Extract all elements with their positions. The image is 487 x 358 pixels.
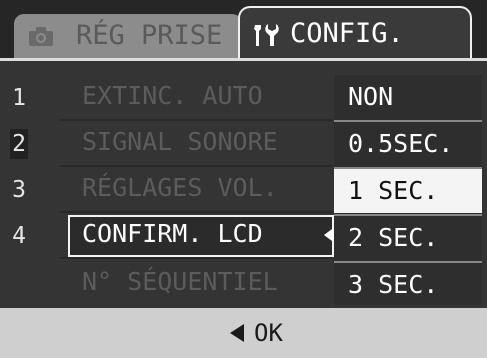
ok-label: OK: [254, 319, 283, 347]
menu-item-number: 1: [12, 85, 26, 111]
option-0-5-sec[interactable]: 0.5SEC.: [334, 122, 482, 166]
menu-item-lcd-confirm[interactable]: 4 CONFIRM. LCD: [0, 213, 338, 257]
lcd-confirm-options: NON 0.5SEC. 1 SEC. 2 SEC. 3 SEC.: [334, 75, 482, 305]
settings-panel: 1 EXTINC. AUTO 2 SIGNAL SONORE 3 RÉGLAGE…: [0, 58, 487, 308]
tab-shooting-settings[interactable]: RÉG PRISE: [14, 14, 242, 60]
option-non[interactable]: NON: [334, 75, 482, 119]
menu-item-number: 3: [12, 177, 26, 203]
menu-item-beep-sound[interactable]: 2 SIGNAL SONORE: [0, 121, 338, 165]
menu-item-volume-settings[interactable]: 3 RÉGLAGES VOL.: [0, 167, 338, 211]
left-arrow-icon: [230, 324, 244, 342]
ok-hint[interactable]: OK: [230, 318, 283, 348]
wrench-screwdriver-icon: [254, 24, 279, 46]
tab-label: CONFIG.: [290, 18, 404, 49]
menu-item-auto-off[interactable]: 1 EXTINC. AUTO: [0, 75, 338, 119]
tab-label: RÉG PRISE: [76, 20, 223, 51]
tab-config[interactable]: CONFIG.: [238, 6, 472, 60]
menu-item-label: EXTINC. AUTO: [82, 81, 263, 110]
menu-item-label: RÉGLAGES VOL.: [82, 173, 278, 202]
menu-item-number: 2: [10, 129, 28, 159]
menu-item-number: [10, 269, 28, 299]
menu-item-label: N° SÉQUENTIEL: [82, 267, 278, 296]
menu-item-number: 4: [12, 223, 26, 249]
menu-item-label: SIGNAL SONORE: [82, 127, 278, 156]
divider: [60, 257, 332, 259]
option-3-sec[interactable]: 3 SEC.: [334, 263, 482, 307]
menu-item-sequential-number[interactable]: N° SÉQUENTIEL: [0, 261, 338, 305]
footer-bar: OK: [0, 308, 487, 358]
option-2-sec[interactable]: 2 SEC.: [334, 216, 482, 260]
option-1-sec[interactable]: 1 SEC.: [334, 169, 482, 213]
camera-menu-screen: RÉG PRISE CONFIG. 1 EXTINC. AUTO 2 SIGNA…: [0, 0, 487, 358]
tab-bar: RÉG PRISE CONFIG.: [0, 0, 487, 60]
camera-icon: [29, 27, 53, 46]
menu-item-label: CONFIRM. LCD: [82, 219, 263, 248]
